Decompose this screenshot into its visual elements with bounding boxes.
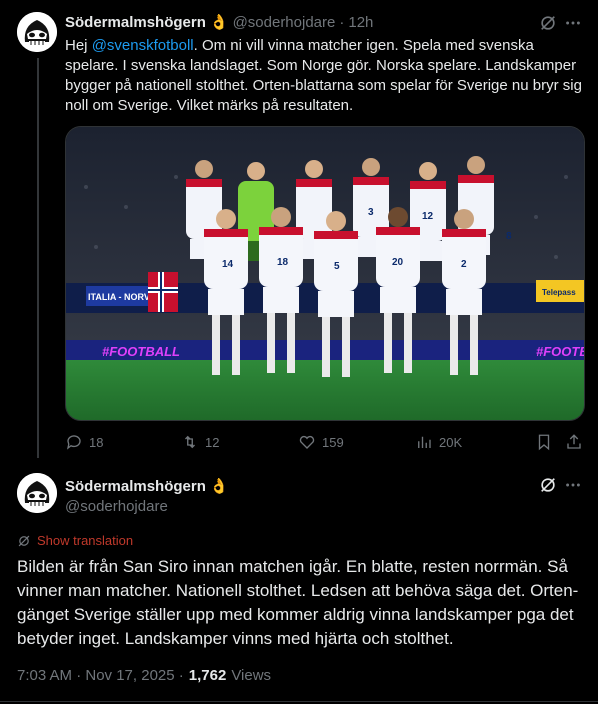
views-chart-icon <box>418 436 431 448</box>
show-translation-label[interactable]: Show translation <box>37 533 133 548</box>
grok-icon <box>541 478 555 492</box>
repost-button[interactable]: 12 <box>181 432 219 452</box>
display-name[interactable]: Södermalmshögern <box>65 478 206 495</box>
show-translation-link[interactable]: Show translation <box>17 533 133 548</box>
tweet2-meta: 7:03 AM · Nov 17, 2025 · 1,762 Views <box>17 667 271 684</box>
translate-icon <box>18 535 30 546</box>
mention-link[interactable]: @svenskfotboll <box>92 37 194 54</box>
share-icon <box>567 434 581 449</box>
verified-emoji: 👌 <box>209 14 229 31</box>
post-time[interactable]: 12h <box>348 14 373 31</box>
bookmark-icon <box>538 434 550 451</box>
tweet2-text: Bilden är från San Siro innan matchen ig… <box>17 557 579 648</box>
like-button[interactable]: 159 <box>298 432 344 452</box>
reply-icon <box>66 435 81 450</box>
dot-separator: · <box>339 13 345 31</box>
team-photo: ITALIA - NORVEGIA Telepass #FOOTBALL #FO… <box>66 127 584 420</box>
avatar[interactable] <box>17 12 57 52</box>
bookmark-button[interactable] <box>535 432 553 452</box>
text-prefix: Hej <box>65 37 92 54</box>
display-name[interactable]: Södermalmshögern <box>65 14 206 31</box>
shirt-number: 14 <box>222 259 234 270</box>
bottom-divider <box>0 701 598 702</box>
shirt-number: 5 <box>334 261 340 272</box>
avatar[interactable] <box>17 473 57 513</box>
shirt-number: 3 <box>368 207 374 218</box>
shirt-number: 20 <box>392 257 404 268</box>
board-bottom-left-text: #FOOTBALL <box>102 344 180 359</box>
more-options-button[interactable] <box>562 12 584 34</box>
grok-button[interactable] <box>537 12 559 34</box>
grok-button[interactable] <box>537 474 559 496</box>
tweet1-actions: 18 12 159 20K <box>65 432 583 452</box>
views-count: 20K <box>439 434 463 450</box>
more-horizontal-icon <box>566 21 580 25</box>
tweet1-image[interactable]: ITALIA - NORVEGIA Telepass #FOOTBALL #FO… <box>65 126 585 421</box>
board-right-text: Telepass <box>542 288 576 297</box>
thread-line <box>37 58 39 458</box>
verified-emoji: 👌 <box>209 478 229 495</box>
skull-avatar-icon <box>17 12 57 52</box>
handle[interactable]: @soderhojdare <box>65 498 168 515</box>
reply-count: 18 <box>89 434 104 450</box>
post-timestamp[interactable]: 7:03 AM · Nov 17, 2025 · <box>17 667 184 684</box>
views-label: Views <box>231 667 272 684</box>
views-button[interactable]: 20K <box>415 432 462 452</box>
shirt-number: 2 <box>461 259 467 270</box>
more-horizontal-icon <box>566 483 580 487</box>
tweet2-name-row: Södermalmshögern 👌 <box>65 477 229 496</box>
handle[interactable]: @soderhojdare <box>233 14 336 31</box>
tweet1-header: Södermalmshögern 👌 @soderhojdare · 12h <box>65 13 373 32</box>
heart-icon <box>299 435 315 449</box>
repost-icon <box>185 435 195 449</box>
tweet1-text: Hej @svenskfotboll. Om ni vill vinna mat… <box>65 36 585 116</box>
reply-button[interactable]: 18 <box>65 432 103 452</box>
shirt-number: 8 <box>506 231 512 242</box>
shirt-number: 18 <box>277 257 289 268</box>
repost-count: 12 <box>205 434 220 450</box>
skull-avatar-icon <box>17 473 57 513</box>
views-count: 1,762 <box>188 667 227 684</box>
more-options-button[interactable] <box>562 474 584 496</box>
share-button[interactable] <box>565 432 583 452</box>
board-bottom-right-text: #FOOTB <box>536 344 584 359</box>
shirt-number: 12 <box>422 211 434 222</box>
grok-icon <box>541 16 555 30</box>
like-count: 159 <box>322 434 344 450</box>
